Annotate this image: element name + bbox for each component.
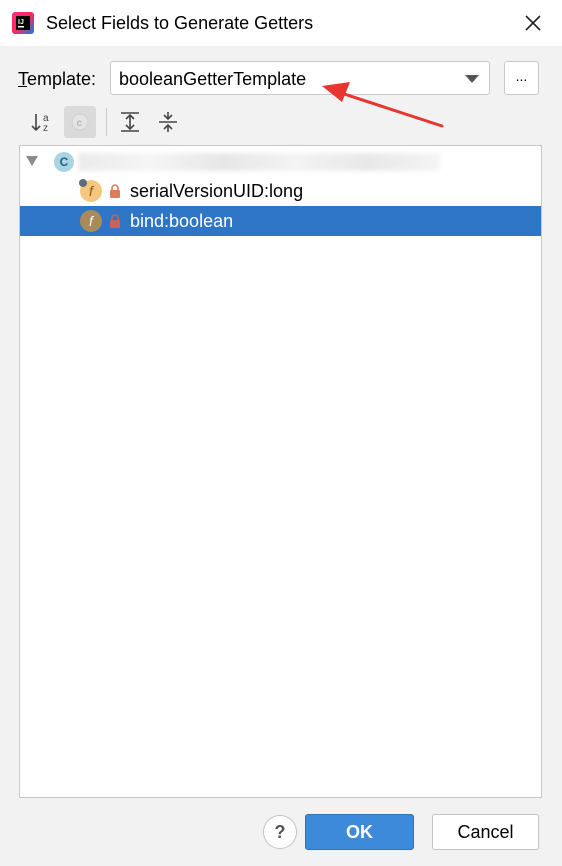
svg-text:z: z	[43, 123, 48, 134]
field-label: bind:boolean	[130, 211, 234, 231]
collapse-all-icon[interactable]	[152, 106, 184, 138]
field-label: serialVersionUID:long	[130, 181, 304, 201]
tree-toolbar: a z c	[20, 104, 540, 140]
class-name-redacted	[78, 153, 440, 171]
field-icon: f	[80, 210, 102, 232]
close-icon[interactable]	[522, 12, 544, 34]
tree-field-row[interactable]: f serialVersionUID:long	[20, 176, 541, 206]
template-dropdown[interactable]: booleanGetterTemplate	[110, 61, 490, 95]
lock-icon	[110, 184, 120, 198]
fields-tree[interactable]: C f serialVersionUID:long f bind:boolean	[19, 145, 542, 798]
lock-icon	[110, 214, 120, 228]
svg-text:c: c	[77, 118, 83, 129]
template-label: Template:	[18, 69, 97, 89]
intellij-idea-icon: IJ	[12, 12, 34, 34]
window-title: Select Fields to Generate Getters	[46, 13, 314, 33]
svg-text:IJ: IJ	[18, 19, 24, 26]
template-selected-value: booleanGetterTemplate	[119, 69, 307, 89]
browse-templates-button[interactable]: ...	[504, 61, 539, 95]
class-icon: C	[54, 152, 74, 172]
show-classes-icon[interactable]: c	[64, 106, 96, 138]
tree-class-node[interactable]: C	[20, 147, 541, 177]
cancel-button[interactable]: Cancel	[432, 814, 539, 850]
expand-all-icon[interactable]	[114, 106, 146, 138]
tree-field-row-selected[interactable]: f bind:boolean	[20, 206, 541, 236]
title-bar: IJ Select Fields to Generate Getters	[0, 0, 562, 46]
expand-toggle-icon[interactable]	[26, 156, 38, 166]
ok-button[interactable]: OK	[305, 814, 414, 850]
help-button[interactable]: ?	[263, 815, 297, 849]
chevron-down-icon	[465, 75, 479, 83]
static-marker-icon	[79, 179, 87, 187]
sort-alphabetically-icon[interactable]: a z	[26, 106, 58, 138]
toolbar-divider	[106, 108, 107, 136]
